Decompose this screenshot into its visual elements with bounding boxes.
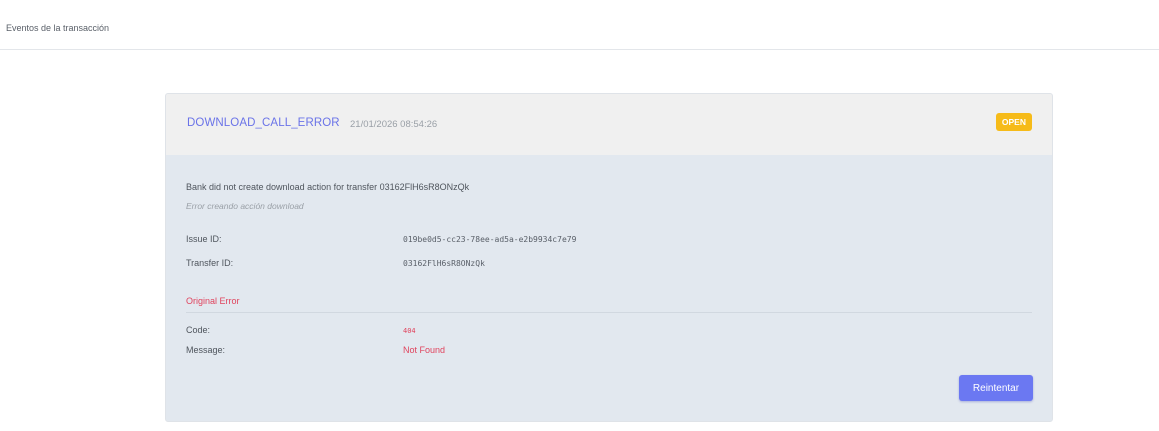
issue-id-value: 019be0d5-cc23-78ee-ad5a-e2b9934c7e79 [403, 235, 577, 244]
page-title: Eventos de la transacción [6, 23, 110, 33]
code-label: Code: [186, 325, 211, 335]
top-bar: Eventos de la transacción [0, 0, 1159, 50]
event-sub-message: Error creando acción download [186, 201, 304, 211]
retry-button[interactable]: Reintentar [959, 375, 1033, 401]
transfer-id-value: 03162FlH6sR8ONzQk [403, 259, 485, 268]
status-badge: OPEN [995, 113, 1032, 131]
issue-id-label: Issue ID: [186, 234, 222, 244]
event-message: Bank did not create download action for … [186, 182, 470, 192]
section-divider [186, 312, 1032, 313]
transfer-id-label: Transfer ID: [186, 258, 234, 268]
original-error-title: Original Error [186, 296, 240, 306]
message-label: Message: [186, 345, 226, 355]
message-value: Not Found [403, 345, 446, 355]
event-card: DOWNLOAD_CALL_ERROR 21/01/2026 08:54:26 … [165, 93, 1053, 422]
event-name: DOWNLOAD_CALL_ERROR [187, 117, 340, 129]
event-timestamp: 21/01/2026 08:54:26 [350, 119, 438, 130]
code-value: 404 [403, 327, 416, 335]
event-card-header: DOWNLOAD_CALL_ERROR 21/01/2026 08:54:26 … [166, 94, 1052, 155]
event-card-body: Bank did not create download action for … [166, 155, 1052, 421]
